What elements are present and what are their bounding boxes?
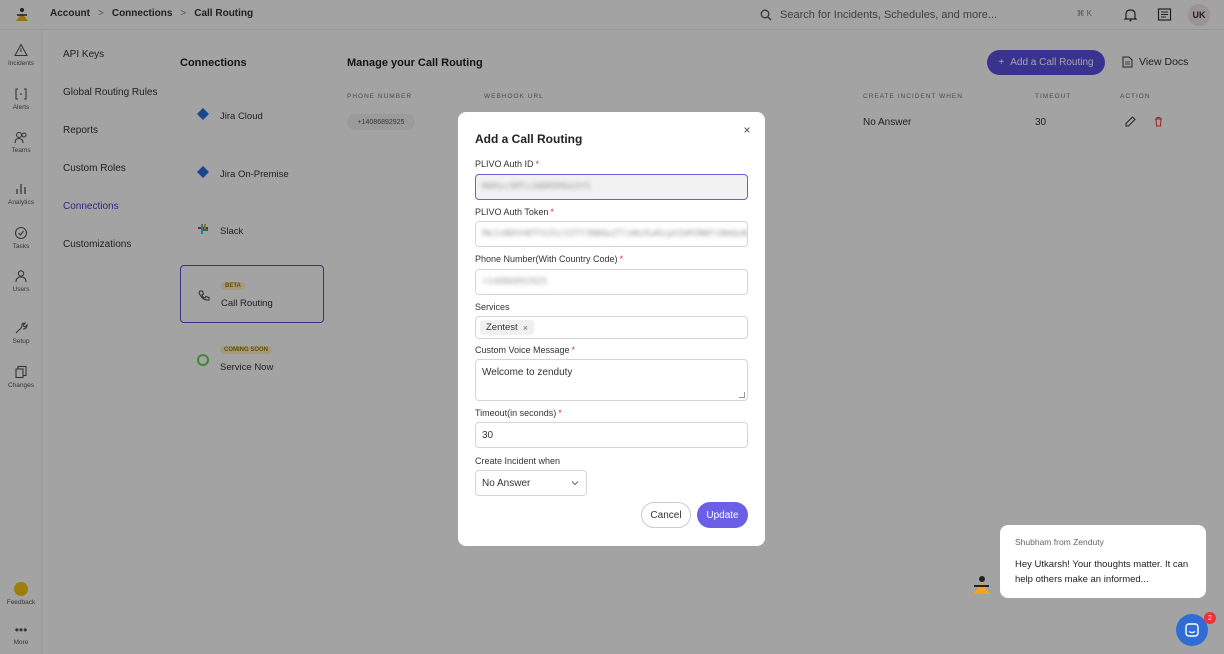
resize-handle-icon[interactable]	[739, 392, 745, 398]
services-label: Services	[475, 302, 510, 312]
create-incident-value: No Answer	[482, 477, 531, 489]
timeout-label-text: Timeout(in seconds)	[475, 408, 557, 418]
timeout-field[interactable]: 30	[475, 422, 748, 448]
chevron-down-icon	[571, 481, 579, 486]
dialog-title: Add a Call Routing	[475, 132, 583, 146]
phone-label: Phone Number(With Country Code) *	[475, 254, 623, 264]
add-call-routing-dialog: Add a Call Routing × PLIVO Auth ID * MAMz…	[458, 112, 765, 546]
auth-id-value: MAMzc5MTs1NDM5MGU3Y5	[482, 182, 591, 192]
chat-message-text: Hey Utkarsh! Your thoughts matter. It ca…	[1015, 559, 1189, 585]
auth-token-value: MmJsNDhhNTFkZGc5ZTY3NWQwZTlmNzEwNzg4ZmM3…	[482, 229, 748, 239]
chat-sender: Shubham from Zenduty	[1015, 537, 1104, 547]
chat-agent-avatar	[973, 576, 990, 594]
required-mark: *	[571, 345, 576, 355]
auth-id-label-text: PLIVO Auth ID	[475, 159, 534, 169]
voice-label-text: Custom Voice Message	[475, 345, 570, 355]
phone-number-value: +14086892925	[482, 277, 548, 287]
create-incident-select[interactable]: No Answer	[475, 470, 587, 496]
remove-tag-icon[interactable]: ×	[523, 323, 528, 333]
unread-count-badge: 2	[1204, 612, 1216, 624]
close-icon[interactable]: ×	[742, 124, 752, 136]
voice-message-label: Custom Voice Message *	[475, 345, 575, 355]
required-mark: *	[550, 207, 554, 217]
update-button[interactable]: Update	[697, 502, 748, 528]
services-select[interactable]: Zentest ×	[475, 316, 748, 339]
required-mark: *	[535, 159, 540, 169]
chat-message-bubble[interactable]: Shubham from Zenduty Hey Utkarsh! Your t…	[1000, 525, 1206, 598]
phone-number-field[interactable]: +14086892925	[475, 269, 748, 295]
voice-message-value: Welcome to zenduty	[482, 367, 573, 378]
auth-token-label: PLIVO Auth Token *	[475, 207, 554, 217]
voice-message-textarea[interactable]: Welcome to zenduty	[475, 359, 748, 401]
auth-token-field[interactable]: MmJsNDhhNTFkZGc5ZTY3NWQwZTlmNzEwNzg4ZmM3…	[475, 221, 748, 247]
create-incident-label: Create Incident when	[475, 456, 561, 466]
cancel-button[interactable]: Cancel	[641, 502, 691, 528]
auth-id-label: PLIVO Auth ID *	[475, 159, 539, 169]
chat-icon	[1185, 623, 1199, 637]
auth-token-label-text: PLIVO Auth Token	[475, 207, 549, 217]
timeout-label: Timeout(in seconds) *	[475, 408, 562, 418]
service-tag-label: Zentest	[486, 322, 518, 333]
required-mark: *	[558, 408, 562, 418]
phone-label-text: Phone Number(With Country Code)	[475, 254, 618, 264]
service-tag: Zentest ×	[480, 320, 534, 335]
timeout-value: 30	[482, 429, 494, 441]
auth-id-field[interactable]: MAMzc5MTs1NDM5MGU3Y5	[475, 174, 748, 200]
required-mark: *	[619, 254, 624, 264]
